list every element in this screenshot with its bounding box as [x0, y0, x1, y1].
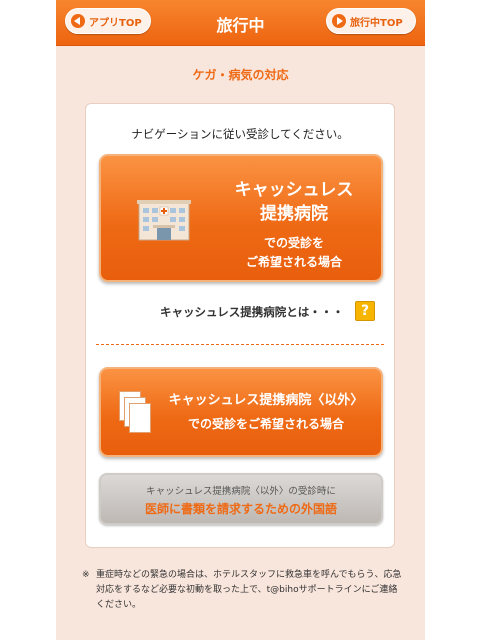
forward-arrow-icon: [332, 14, 346, 28]
cashless-sub-line1: での受診を: [263, 236, 324, 250]
travel-top-label: 旅行中TOP: [350, 17, 403, 29]
section-title: ケガ・病気の対応: [192, 68, 289, 82]
documents-icon: [119, 391, 153, 435]
document-page: [129, 403, 151, 433]
dashed-divider: [96, 344, 384, 345]
instruction-text: ナビゲーションに従い受診してください。: [131, 127, 349, 141]
what-is-cashless-link[interactable]: キャッシュレス提携病院とは・・・: [160, 304, 344, 320]
help-question-icon[interactable]: ?: [355, 301, 375, 321]
cashless-title-line1: キャッシュレス: [234, 180, 354, 200]
phrase-button-line1: キャッシュレス提携病院〈以外〉の受診時に: [146, 486, 336, 497]
travel-top-button[interactable]: 旅行中TOP: [326, 8, 416, 34]
app-screen: アプリTOP 旅行中 旅行中TOP ケガ・病気の対応 ナビゲーションに従い受診し…: [56, 0, 425, 640]
cashless-hospital-button[interactable]: キャッシュレス 提携病院 での受診を ご希望される場合: [99, 154, 383, 282]
foreign-language-phrase-button[interactable]: キャッシュレス提携病院〈以外〉の受診時に 医師に書類を請求するための外国語: [99, 473, 383, 525]
cashless-title-line2: 提携病院: [260, 204, 328, 224]
cashless-button-subtitle: での受診を ご希望される場合: [219, 234, 369, 272]
cashless-sub-line2: ご希望される場合: [245, 255, 342, 269]
non-cashless-hospital-button[interactable]: キャッシュレス提携病院〈以外〉 での受診をご希望される場合: [99, 367, 383, 457]
non-cashless-button-title: キャッシュレス提携病院〈以外〉: [168, 393, 364, 408]
note-text: 重症時などの緊急の場合は、ホテルスタッフに救急車を呼んでもらう、応急対応をするな…: [96, 570, 402, 610]
cashless-button-title: キャッシュレス 提携病院: [219, 178, 369, 226]
phrase-button-line2: 医師に書類を請求するための外国語: [144, 502, 337, 516]
hospital-building-icon: [137, 200, 191, 241]
header-bar: アプリTOP 旅行中 旅行中TOP: [56, 0, 425, 46]
content-card: ナビゲーションに従い受診してください。 キャッシュレス 提携病院 での受診を ご…: [85, 103, 395, 548]
non-cashless-button-subtitle: での受診をご希望される場合: [187, 417, 344, 431]
note-mark: ※: [82, 570, 90, 580]
emergency-note: ※ 重症時などの緊急の場合は、ホテルスタッフに救急車を呼んでもらう、応急対応をす…: [82, 568, 402, 613]
